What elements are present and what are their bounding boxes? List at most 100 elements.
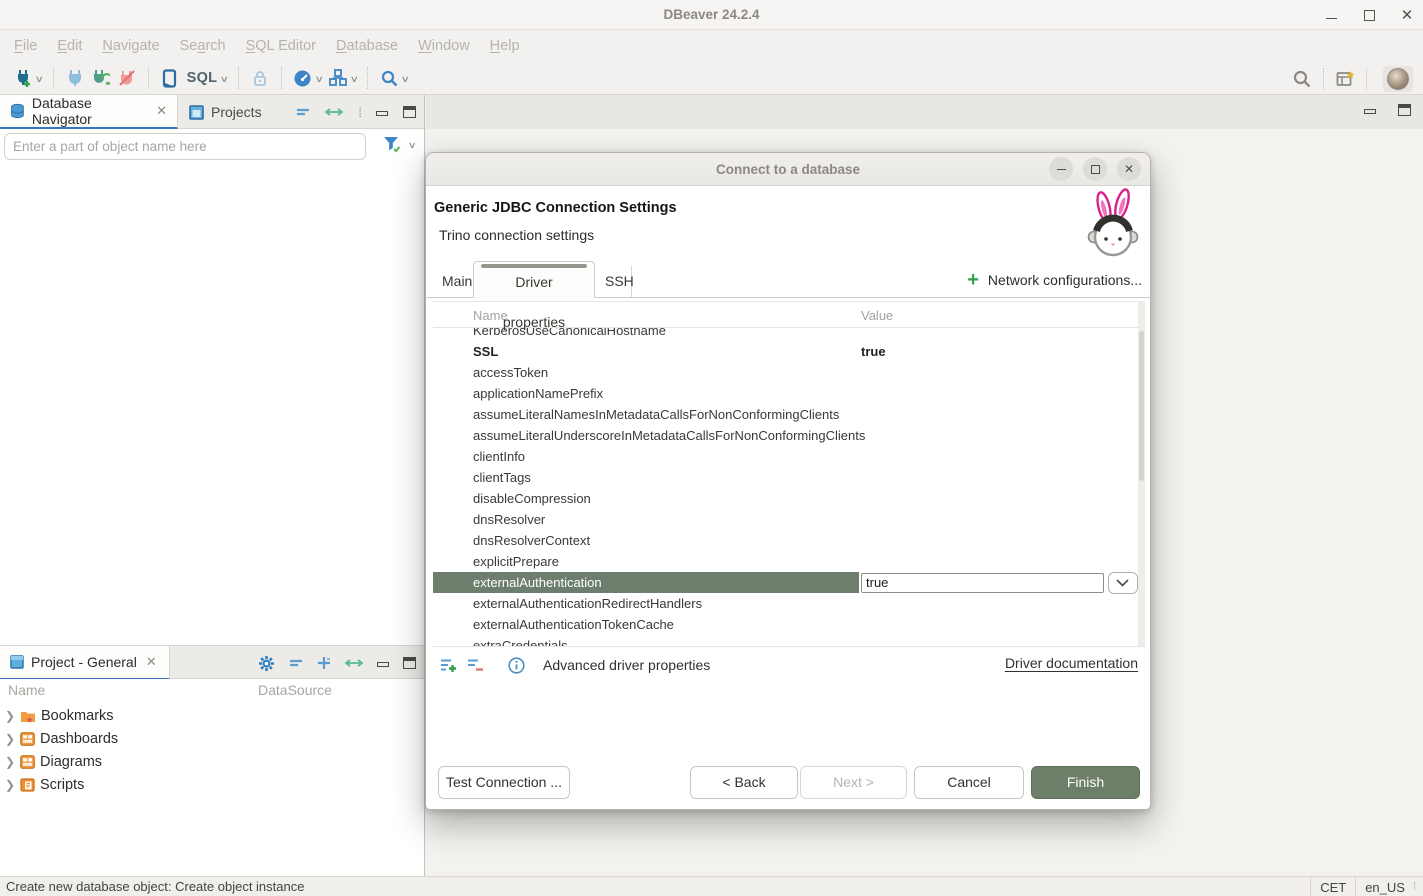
tab-database-navigator[interactable]: Database Navigator ✕ bbox=[0, 95, 178, 129]
panel-minimize-icon[interactable] bbox=[376, 111, 388, 116]
search-dropdown-icon[interactable]: ∨ bbox=[401, 74, 410, 85]
finish-button[interactable]: Finish bbox=[1031, 766, 1140, 799]
property-row[interactable]: extraCredentials bbox=[433, 635, 1138, 646]
filter-funnel-icon[interactable] bbox=[383, 136, 401, 153]
panel-maximize-icon[interactable] bbox=[403, 657, 416, 669]
expand-chevron-icon[interactable]: ❯ bbox=[5, 709, 15, 723]
property-row[interactable]: dnsResolverContext bbox=[433, 530, 1138, 551]
property-row[interactable]: externalAuthentication bbox=[433, 572, 1138, 593]
driver-documentation-link[interactable]: Driver documentation bbox=[1005, 655, 1138, 671]
collapse-all-icon[interactable] bbox=[289, 658, 303, 668]
sql-editor-icon[interactable] bbox=[160, 68, 180, 88]
property-row[interactable]: applicationNamePrefix bbox=[433, 383, 1138, 404]
tab-close-icon[interactable]: ✕ bbox=[156, 103, 167, 119]
panel-minimize-icon[interactable] bbox=[377, 662, 389, 667]
cancel-button[interactable]: Cancel bbox=[914, 766, 1024, 799]
property-row[interactable]: disableCompression bbox=[433, 488, 1138, 509]
panel-menu-icon[interactable]: ⁞ bbox=[358, 105, 361, 120]
property-row[interactable]: accessToken bbox=[433, 362, 1138, 383]
property-name: KerberosUseCanonicalHostname bbox=[433, 328, 859, 341]
menu-file[interactable]: File bbox=[4, 30, 47, 62]
disconnect-icon[interactable] bbox=[117, 68, 137, 88]
property-row[interactable]: clientInfo bbox=[433, 446, 1138, 467]
sql-editor-label[interactable]: SQL bbox=[187, 70, 218, 86]
test-connection-button[interactable]: Test Connection ... bbox=[438, 766, 570, 799]
toolbar-search-icon[interactable] bbox=[379, 68, 399, 88]
dashboard-gauge-icon[interactable] bbox=[293, 68, 313, 88]
property-name: assumeLiteralNamesInMetadataCallsForNonC… bbox=[433, 404, 859, 425]
back-button[interactable]: < Back bbox=[690, 766, 798, 799]
property-value bbox=[859, 488, 1138, 509]
quick-search-icon[interactable] bbox=[1292, 69, 1312, 89]
menu-database[interactable]: Database bbox=[326, 30, 408, 62]
link-editor-icon[interactable] bbox=[325, 106, 343, 118]
dialog-maximize-button[interactable] bbox=[1083, 157, 1107, 181]
menu-edit[interactable]: Edit bbox=[47, 30, 92, 62]
property-row[interactable]: externalAuthenticationRedirectHandlers bbox=[433, 593, 1138, 614]
tab-driver-properties[interactable]: Driver properties bbox=[473, 261, 595, 298]
new-connection-dropdown-icon[interactable]: ∨ bbox=[35, 74, 44, 85]
project-tab-close-icon[interactable]: ✕ bbox=[146, 654, 157, 670]
window-maximize-button[interactable] bbox=[1361, 7, 1377, 23]
menu-window[interactable]: Window bbox=[408, 30, 480, 62]
tab-projects[interactable]: Projects bbox=[179, 95, 272, 129]
new-connection-icon[interactable] bbox=[13, 68, 33, 88]
property-row[interactable]: assumeLiteralUnderscoreInMetadataCallsFo… bbox=[433, 425, 1138, 446]
panel-maximize-icon[interactable] bbox=[403, 106, 416, 118]
tree-item-scripts[interactable]: ❯Scripts bbox=[0, 773, 424, 796]
tab-project-general[interactable]: Project - General ✕ bbox=[0, 646, 170, 680]
link-editor-icon[interactable] bbox=[345, 657, 363, 669]
data-transfer-icon[interactable] bbox=[328, 68, 348, 88]
property-row[interactable]: assumeLiteralNamesInMetadataCallsForNonC… bbox=[433, 404, 1138, 425]
expand-chevron-icon[interactable]: ❯ bbox=[5, 755, 15, 769]
collapse-all-icon[interactable] bbox=[296, 107, 310, 117]
window-close-button[interactable]: ✕ bbox=[1399, 7, 1415, 23]
tab-ssh[interactable]: SSH bbox=[596, 266, 632, 298]
value-dropdown-button[interactable] bbox=[1108, 572, 1138, 594]
dashboard-dropdown-icon[interactable]: ∨ bbox=[315, 74, 324, 85]
editor-minimize-icon[interactable] bbox=[1364, 109, 1376, 114]
tree-item-bookmarks[interactable]: ❯Bookmarks bbox=[0, 704, 424, 727]
reconnect-icon[interactable] bbox=[91, 68, 111, 88]
property-row[interactable]: externalAuthenticationTokenCache bbox=[433, 614, 1138, 635]
menu-sql-editor[interactable]: SQL Editor bbox=[236, 30, 326, 62]
dialog-titlebar[interactable]: Connect to a database ✕ bbox=[426, 153, 1150, 186]
expand-chevron-icon[interactable]: ❯ bbox=[5, 732, 15, 746]
status-timezone[interactable]: CET bbox=[1320, 880, 1346, 895]
tree-item-diagrams[interactable]: ❯Diagrams bbox=[0, 750, 424, 773]
property-row[interactable]: SSLtrue bbox=[433, 341, 1138, 362]
user-avatar-button[interactable] bbox=[1383, 66, 1413, 92]
perspective-icon[interactable] bbox=[1335, 69, 1355, 89]
table-viewport: KerberosUseCanonicalHostnameSSLtrueacces… bbox=[433, 328, 1138, 646]
add-property-icon[interactable] bbox=[440, 658, 457, 673]
property-row[interactable]: dnsResolver bbox=[433, 509, 1138, 530]
sql-editor-dropdown-icon[interactable]: ∨ bbox=[220, 74, 229, 85]
remove-property-icon[interactable] bbox=[467, 658, 484, 673]
table-scrollbar[interactable] bbox=[1138, 301, 1145, 646]
menu-help[interactable]: Help bbox=[480, 30, 530, 62]
scrollbar-thumb[interactable] bbox=[1139, 331, 1144, 481]
window-minimize-button[interactable] bbox=[1323, 7, 1339, 23]
menu-navigate[interactable]: Navigate bbox=[92, 30, 169, 62]
property-value bbox=[859, 404, 1138, 425]
object-filter-input[interactable] bbox=[4, 133, 366, 160]
dialog-minimize-button[interactable] bbox=[1049, 157, 1073, 181]
network-configurations-button[interactable]: + Network configurations... bbox=[967, 271, 1142, 289]
column-name: Name bbox=[8, 682, 45, 698]
editor-maximize-icon[interactable] bbox=[1398, 104, 1411, 116]
transfer-dropdown-icon[interactable]: ∨ bbox=[349, 74, 358, 85]
menu-search[interactable]: Search bbox=[170, 30, 236, 62]
tree-item-dashboards[interactable]: ❯Dashboards bbox=[0, 727, 424, 750]
advanced-properties-label: Advanced driver properties bbox=[543, 657, 710, 673]
expand-chevron-icon[interactable]: ❯ bbox=[5, 778, 15, 792]
property-row[interactable]: explicitPrepare bbox=[433, 551, 1138, 572]
dialog-close-button[interactable]: ✕ bbox=[1117, 157, 1141, 181]
connect-icon[interactable] bbox=[65, 68, 85, 88]
expand-all-icon[interactable] bbox=[317, 656, 331, 670]
status-locale[interactable]: en_US bbox=[1365, 880, 1405, 895]
tab-main[interactable]: Main bbox=[433, 266, 473, 298]
property-row[interactable]: clientTags bbox=[433, 467, 1138, 488]
property-value-input[interactable] bbox=[861, 573, 1104, 593]
gear-icon[interactable] bbox=[258, 655, 275, 672]
filter-dropdown-icon[interactable]: ∨ bbox=[408, 140, 417, 151]
